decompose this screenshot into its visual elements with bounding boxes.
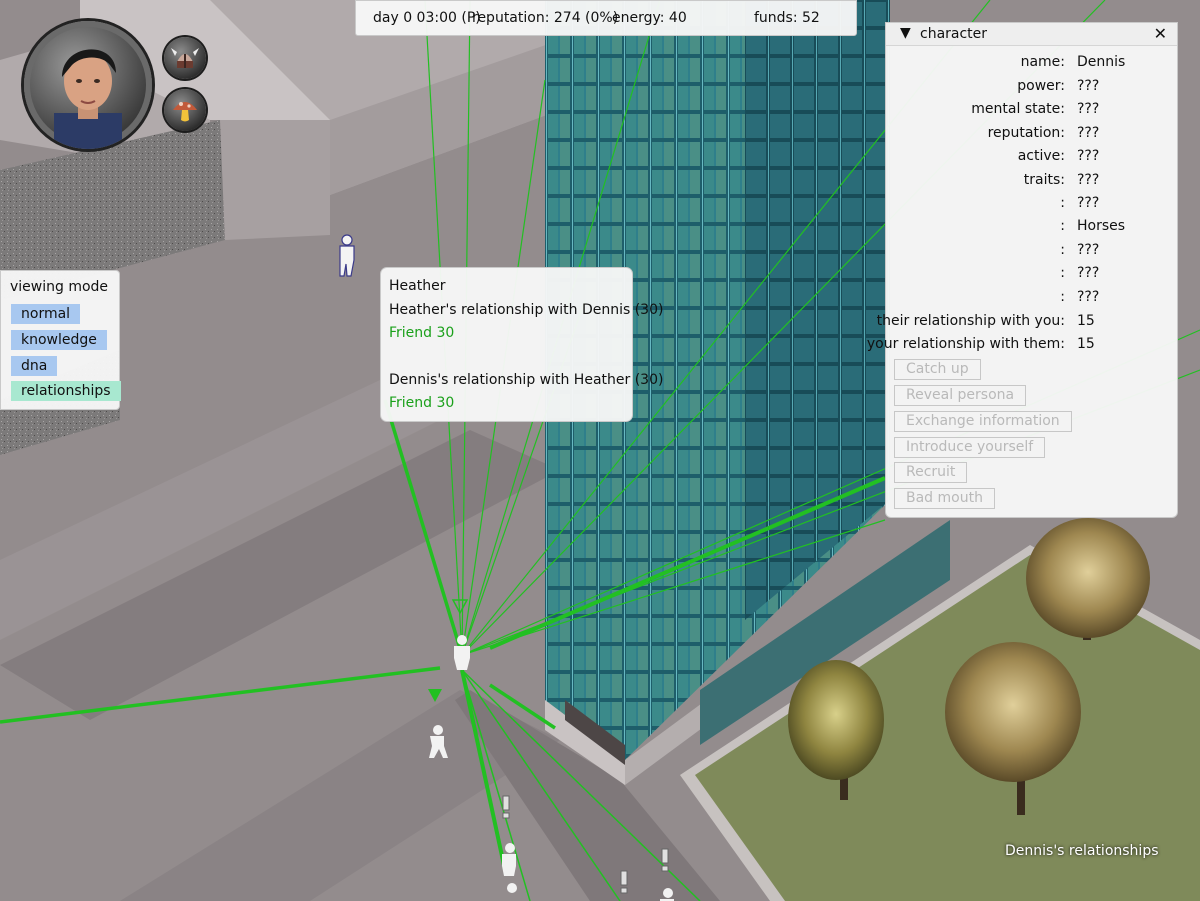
viewing-mode-panel: viewing mode normal knowledge dna relati…: [0, 270, 121, 410]
field-value: ???: [1077, 195, 1100, 211]
field-key: :: [1060, 195, 1065, 211]
exchange-information-button[interactable]: Exchange information: [894, 411, 1072, 432]
field-row: :???: [886, 265, 1177, 287]
field-row: :???: [886, 195, 1177, 217]
funds-label: funds: 52: [754, 10, 820, 26]
reputation-label: reputation: 274 (0%): [472, 10, 619, 26]
field-key: :: [1060, 265, 1065, 281]
field-value: Dennis: [1077, 54, 1126, 70]
field-key: reputation:: [987, 125, 1065, 141]
bad-mouth-button[interactable]: Bad mouth: [894, 488, 995, 509]
field-key: :: [1060, 242, 1065, 258]
mode-normal-button[interactable]: normal: [11, 304, 81, 324]
relationships-caption: Dennis's relationships: [1005, 843, 1159, 859]
field-key: power:: [1017, 78, 1065, 94]
field-row: traits:???: [886, 172, 1177, 194]
field-value: ???: [1077, 148, 1100, 164]
field-value: ???: [1077, 78, 1100, 94]
energy-label: energy: 40: [612, 10, 687, 26]
field-row: active:???: [886, 148, 1177, 170]
time-label: day 0 03:00 (P): [373, 10, 481, 26]
tooltip-rel1-value: Friend 30: [389, 325, 455, 341]
introduce-yourself-button[interactable]: Introduce yourself: [894, 437, 1046, 458]
collapse-toggle-icon[interactable]: ▼: [900, 25, 911, 41]
recruit-button[interactable]: Recruit: [894, 462, 968, 483]
field-row: : Horses: [886, 218, 1177, 240]
field-row: :???: [886, 289, 1177, 311]
field-row: :???: [886, 242, 1177, 264]
field-value: ???: [1077, 289, 1100, 305]
close-icon[interactable]: ✕: [1154, 24, 1167, 43]
field-key: your relationship with them:: [866, 336, 1065, 352]
tooltip-rel1-heading: Heather's relationship with Dennis (30): [389, 302, 664, 318]
field-row: name: Dennis: [886, 54, 1177, 76]
field-value: 15: [1077, 336, 1095, 352]
field-value: ???: [1077, 242, 1100, 258]
mushroom-icon[interactable]: [164, 89, 206, 131]
character-panel-title: character: [920, 26, 988, 42]
field-row: power:???: [886, 78, 1177, 100]
field-key: mental state:: [971, 101, 1065, 117]
portrait-avatar[interactable]: [24, 21, 152, 149]
character-panel-header: ▼ character ✕: [886, 23, 1177, 46]
field-key: :: [1060, 289, 1065, 305]
field-key: name:: [1020, 54, 1065, 70]
character-figure[interactable]: [339, 234, 355, 277]
field-key: active:: [1017, 148, 1065, 164]
field-row: reputation:???: [886, 125, 1177, 147]
field-key: :: [1060, 218, 1065, 234]
status-bar: day 0 03:00 (P) reputation: 274 (0%) ene…: [355, 0, 857, 36]
field-value: Horses: [1077, 218, 1126, 234]
field-row: their relationship with you: 15: [877, 313, 1177, 335]
reveal-persona-button[interactable]: Reveal persona: [894, 385, 1027, 406]
relationship-tooltip: Heather Heather's relationship with Denn…: [380, 267, 663, 422]
field-value: ???: [1077, 125, 1100, 141]
field-row: mental state:???: [886, 101, 1177, 123]
field-key: traits:: [1023, 172, 1065, 188]
character-figure[interactable]: [507, 883, 517, 893]
viking-helmet-icon[interactable]: [164, 37, 206, 79]
field-key: their relationship with you:: [876, 313, 1065, 329]
field-value: ???: [1077, 265, 1100, 281]
field-value: 15: [1077, 313, 1095, 329]
mode-dna-button[interactable]: dna: [11, 356, 58, 376]
tooltip-rel2-heading: Dennis's relationship with Heather (30): [389, 372, 664, 388]
tooltip-name: Heather: [389, 278, 446, 294]
viewing-mode-title: viewing mode: [10, 279, 109, 295]
mode-knowledge-button[interactable]: knowledge: [11, 330, 107, 350]
tooltip-rel2-value: Friend 30: [389, 395, 455, 411]
field-value: ???: [1077, 101, 1100, 117]
field-value: ???: [1077, 172, 1100, 188]
catch-up-button[interactable]: Catch up: [894, 359, 981, 380]
character-panel: ▼ character ✕ name: Dennis power:??? ment…: [867, 22, 1178, 518]
mode-relationships-button[interactable]: relationships: [11, 381, 121, 401]
field-row: your relationship with them: 15: [867, 336, 1177, 358]
